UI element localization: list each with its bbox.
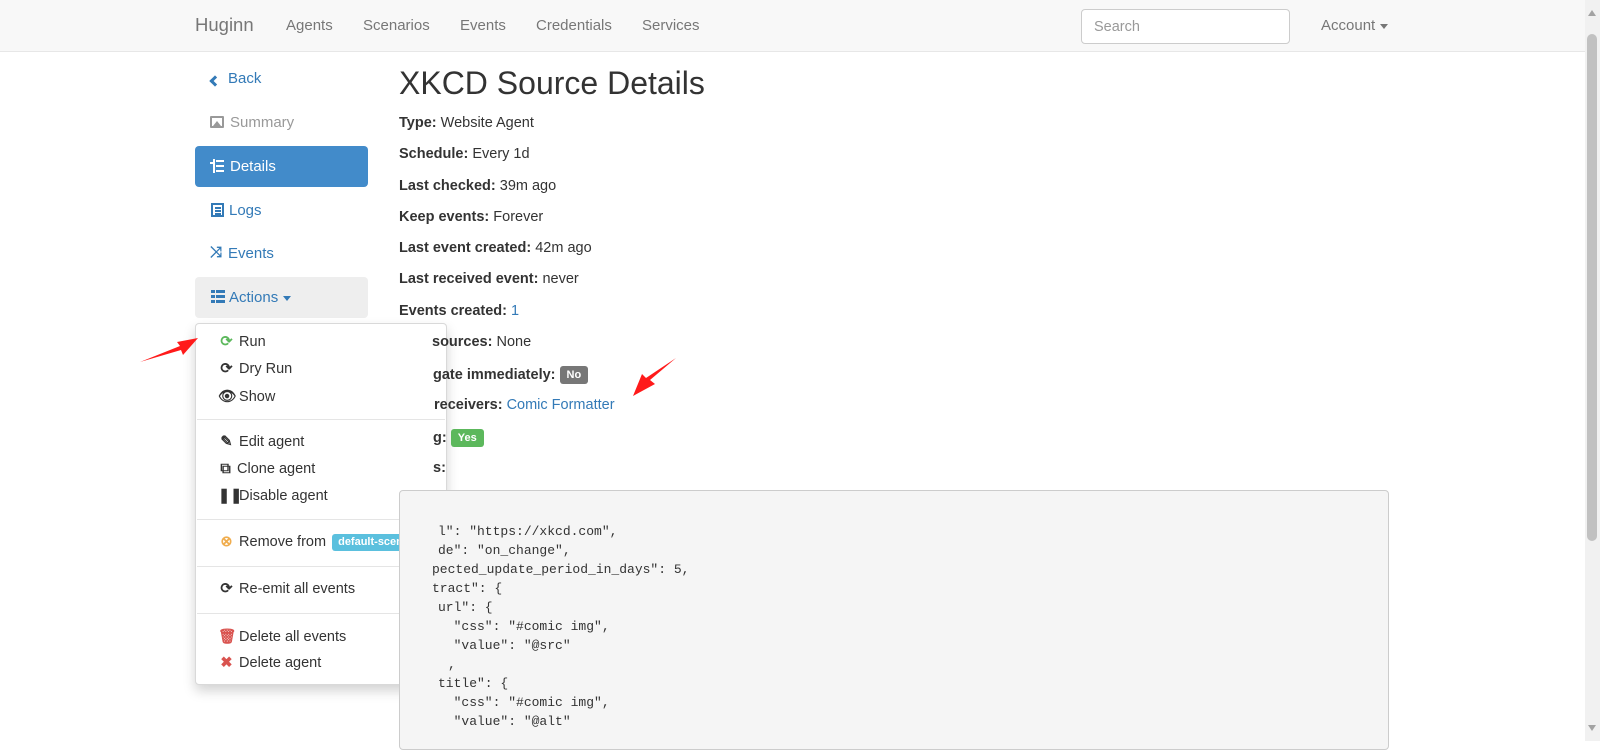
sidebar-back-label: Back bbox=[228, 70, 262, 87]
delete-agent-label: Delete agent bbox=[239, 655, 322, 671]
remove-circle-icon: ⊗ bbox=[220, 534, 233, 550]
sidebar-back[interactable]: Back bbox=[195, 58, 368, 99]
detail-propagate: gate immediately: No bbox=[433, 366, 589, 384]
code-line: "css": "#comic img", bbox=[438, 695, 610, 710]
clone-agent-button[interactable]: ⧉ Clone agent bbox=[218, 461, 315, 477]
delete-events-label: Delete all events bbox=[239, 629, 347, 645]
detail-sources: sources: None bbox=[432, 334, 532, 350]
nav-events[interactable]: Events bbox=[460, 17, 506, 34]
disable-agent-label: Disable agent bbox=[239, 488, 328, 504]
refresh-icon: ⟳ bbox=[220, 361, 233, 377]
detail-working: g: Yes bbox=[433, 429, 484, 447]
show-agent-button[interactable]: 👁 Show bbox=[218, 388, 275, 405]
code-line: "value": "@alt" bbox=[438, 714, 571, 729]
sidebar-summary-label: Summary bbox=[230, 114, 295, 131]
dry-run-label: Dry Run bbox=[239, 361, 293, 377]
pause-icon: ❚❚ bbox=[218, 488, 243, 504]
nav-services[interactable]: Services bbox=[642, 17, 700, 34]
code-line: tract": { bbox=[432, 581, 503, 596]
scroll-down-arrow-icon[interactable] bbox=[1588, 725, 1596, 731]
edit-agent-label: Edit agent bbox=[239, 434, 305, 450]
annotation-arrow-icon bbox=[633, 358, 676, 396]
scrollbar-thumb[interactable] bbox=[1587, 34, 1597, 541]
code-line: de": "on_change", bbox=[438, 543, 571, 558]
delete-agent-button[interactable]: ✖ Delete agent bbox=[218, 655, 321, 671]
code-line: "value": "@src" bbox=[438, 638, 571, 653]
detail-last-received-event: Last received event: never bbox=[399, 271, 579, 287]
sidebar-actions-label: Actions bbox=[229, 289, 292, 306]
code-line: title": { bbox=[438, 676, 509, 691]
detail-last-event-created: Last event created: 42m ago bbox=[399, 240, 592, 256]
show-label: Show bbox=[239, 389, 276, 405]
remove-from-label: Remove from bbox=[239, 534, 327, 550]
nav-scenarios[interactable]: Scenarios bbox=[363, 17, 430, 34]
code-line: pected_update_period_in_days": 5, bbox=[432, 562, 690, 577]
detail-keep-events: Keep events: Forever bbox=[399, 209, 544, 225]
top-navbar: Huginn Agents Scenarios Events Credentia… bbox=[0, 0, 1585, 52]
sidebar-summary[interactable]: Summary bbox=[195, 102, 368, 143]
picture-icon bbox=[210, 116, 224, 128]
sidebar-details[interactable]: Details bbox=[195, 146, 368, 187]
code-line: "css": "#comic img", bbox=[438, 619, 610, 634]
brand-link[interactable]: Huginn bbox=[195, 14, 254, 36]
page-title: XKCD Source Details bbox=[399, 65, 705, 101]
sidebar-actions-toggle[interactable]: Actions bbox=[195, 277, 368, 318]
page-scrollbar[interactable] bbox=[1585, 0, 1600, 741]
run-label: Run bbox=[239, 334, 266, 350]
reemit-events-button[interactable]: ⟳ Re-emit all events bbox=[218, 581, 355, 597]
nav-agents[interactable]: Agents bbox=[286, 17, 333, 34]
annotation-arrow-icon bbox=[140, 338, 198, 362]
search-input[interactable] bbox=[1081, 9, 1290, 44]
status-badge: No bbox=[559, 366, 589, 384]
account-label: Account bbox=[1321, 17, 1376, 34]
code-line: l": "https://xkcd.com", bbox=[438, 524, 618, 539]
menu-divider bbox=[197, 419, 445, 420]
remove-icon: ✖ bbox=[220, 655, 233, 671]
pencil-icon: ✎ bbox=[220, 434, 233, 450]
chevron-left-icon bbox=[209, 75, 221, 87]
scroll-up-arrow-icon[interactable] bbox=[1588, 10, 1596, 16]
receiver-link[interactable]: Comic Formatter bbox=[507, 397, 615, 413]
dry-run-button[interactable]: ⟳ Dry Run bbox=[218, 361, 292, 377]
delete-all-events-button[interactable]: 🗑 Delete all events bbox=[218, 628, 346, 645]
code-line: , bbox=[448, 657, 456, 672]
status-badge: Yes bbox=[450, 429, 484, 447]
random-icon: ⤨ bbox=[210, 244, 223, 261]
detail-options-label: s: bbox=[433, 460, 446, 476]
remove-from-scenario-button[interactable]: ⊗ Remove from default-scenario bbox=[218, 534, 430, 551]
copy-icon: ⧉ bbox=[220, 461, 231, 477]
indent-tree-icon bbox=[210, 159, 224, 173]
events-created-link[interactable]: 1 bbox=[511, 303, 519, 319]
sidebar-details-label: Details bbox=[230, 158, 276, 175]
clone-agent-label: Clone agent bbox=[237, 461, 316, 477]
edit-agent-button[interactable]: ✎ Edit agent bbox=[218, 434, 304, 450]
sidebar-events[interactable]: ⤨ Events bbox=[195, 233, 368, 274]
list-alt-icon bbox=[211, 203, 224, 217]
caret-down-icon bbox=[283, 295, 292, 301]
trash-icon: 🗑 bbox=[218, 629, 237, 645]
refresh-icon: ⟳ bbox=[220, 581, 233, 597]
reemit-label: Re-emit all events bbox=[239, 581, 356, 597]
detail-last-checked: Last checked: 39m ago bbox=[399, 178, 557, 194]
refresh-icon: ⟳ bbox=[220, 334, 233, 350]
sidebar-logs[interactable]: Logs bbox=[195, 190, 368, 231]
run-agent-button[interactable]: ⟳ Run bbox=[218, 334, 266, 350]
disable-agent-button[interactable]: ❚❚ Disable agent bbox=[218, 488, 328, 504]
sidebar-events-label: Events bbox=[228, 245, 274, 262]
nav-credentials[interactable]: Credentials bbox=[536, 17, 612, 34]
detail-events-created: Events created: 1 bbox=[399, 303, 520, 319]
detail-receivers: receivers: Comic Formatter bbox=[434, 397, 615, 413]
code-line: url": { bbox=[438, 600, 493, 615]
eye-icon: 👁 bbox=[218, 389, 237, 405]
caret-down-icon bbox=[1380, 23, 1389, 29]
detail-type: Type: Website Agent bbox=[399, 115, 534, 131]
account-menu[interactable]: Account bbox=[1321, 17, 1389, 34]
th-list-icon bbox=[211, 290, 225, 303]
detail-schedule: Schedule: Every 1d bbox=[399, 146, 530, 162]
sidebar-logs-label: Logs bbox=[229, 202, 262, 219]
